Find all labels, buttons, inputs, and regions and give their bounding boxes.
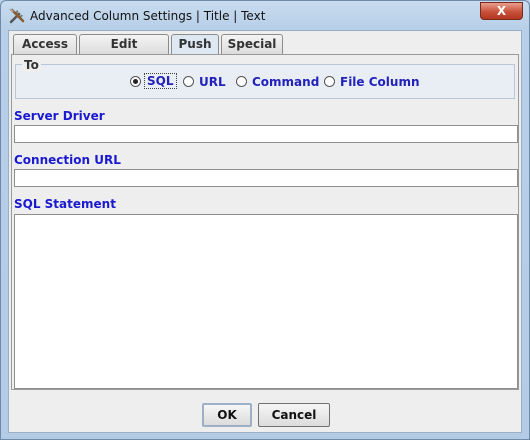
connection-url-input[interactable]	[14, 169, 518, 187]
tab-push[interactable]: Push	[171, 34, 219, 55]
radio-label-file-column: File Column	[340, 75, 420, 89]
close-button[interactable]: X	[480, 2, 523, 20]
radio-label-sql: SQL	[144, 73, 177, 89]
radio-indicator	[183, 76, 194, 87]
server-driver-input[interactable]	[14, 125, 518, 143]
tab-special[interactable]: Special	[221, 34, 283, 54]
tools-icon	[9, 8, 25, 24]
radio-label-url: URL	[199, 75, 226, 89]
tab-access[interactable]: Access	[13, 34, 77, 54]
to-group-legend: To	[22, 58, 41, 72]
radio-indicator	[236, 76, 247, 87]
tab-edit-auditing[interactable]: Edit Auditing	[79, 34, 169, 69]
window-title: Advanced Column Settings | Title | Text	[30, 9, 266, 23]
radio-indicator	[130, 76, 141, 87]
connection-url-label: Connection URL	[14, 153, 121, 167]
ok-button[interactable]: OK	[202, 403, 252, 427]
cancel-button[interactable]: Cancel	[258, 403, 330, 427]
server-driver-label: Server Driver	[14, 109, 105, 123]
to-group: To SQL URL Command File Column	[15, 58, 515, 99]
sql-statement-label: SQL Statement	[14, 197, 116, 211]
radio-indicator	[324, 76, 335, 87]
close-icon: X	[496, 4, 507, 18]
dialog-window: Advanced Column Settings | Title | Text …	[0, 0, 530, 440]
push-tab-panel: To SQL URL Command File Column Server Dr…	[11, 54, 519, 390]
radio-label-command: Command	[252, 75, 320, 89]
sql-statement-textarea[interactable]	[14, 214, 518, 389]
title-bar: Advanced Column Settings | Title | Text …	[1, 1, 529, 31]
dialog-content: Access Edit Auditing Push Special To SQL…	[8, 30, 522, 433]
